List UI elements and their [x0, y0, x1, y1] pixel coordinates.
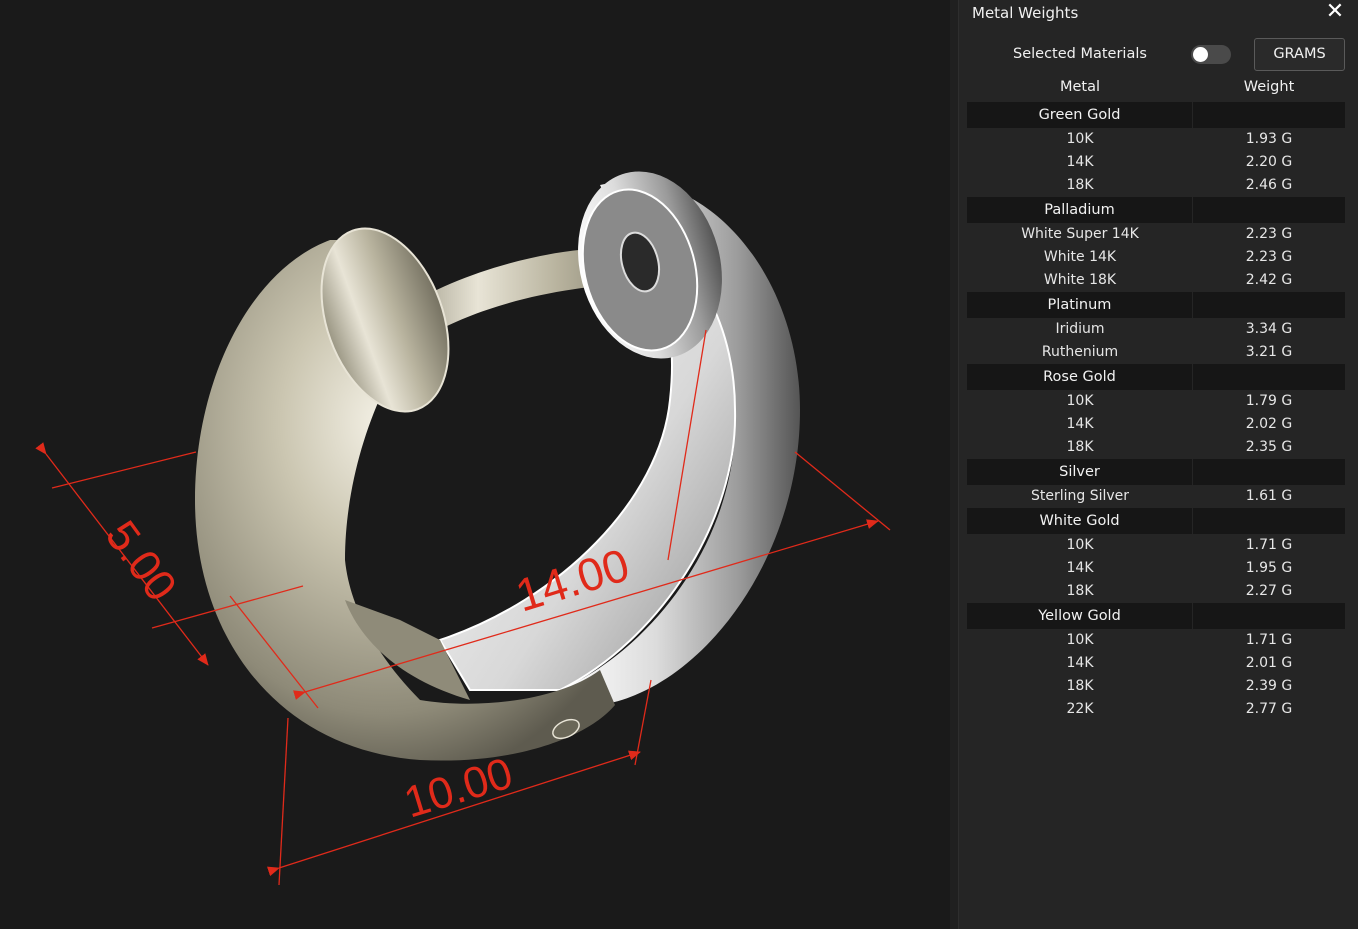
table-row[interactable]: 14K 1.95 G [967, 557, 1345, 580]
metal-cell: Iridium [1055, 321, 1105, 337]
unit-button[interactable]: GRAMS [1254, 38, 1345, 71]
group-weight-cell [1193, 508, 1345, 534]
dimension-label-width: 5.00 [96, 512, 186, 610]
weight-cell: 1.61 G [1245, 488, 1293, 504]
group-name: Palladium [967, 197, 1192, 223]
ring-render: 5.00 14.00 10.00 [35, 171, 891, 886]
table-row[interactable]: Ruthenium 3.21 G [967, 341, 1345, 364]
table-header: Metal Weight [967, 79, 1345, 101]
metal-cell: 10K [1066, 632, 1094, 648]
group-weight-cell [1193, 292, 1345, 318]
metal-cell: 14K [1066, 154, 1094, 170]
weight-cell: 2.35 G [1245, 439, 1293, 455]
column-header-metal: Metal [1059, 79, 1101, 95]
weight-cell: 2.27 G [1245, 583, 1293, 599]
table-row[interactable]: 18K 2.35 G [967, 436, 1345, 459]
weight-cell: 3.21 G [1245, 344, 1293, 360]
selected-materials-toggle[interactable] [1191, 45, 1231, 64]
table-row[interactable]: 18K 2.46 G [967, 174, 1345, 197]
weight-cell: 1.71 G [1245, 537, 1293, 553]
group-header: White Gold [967, 508, 1345, 534]
table-row[interactable]: 10K 1.71 G [967, 629, 1345, 652]
table-row[interactable]: 22K 2.77 G [967, 698, 1345, 721]
group-header: Palladium [967, 197, 1345, 223]
group-header: Rose Gold [967, 364, 1345, 390]
metal-cell: 10K [1066, 393, 1094, 409]
metal-cell: 14K [1066, 655, 1094, 671]
metal-cell: 18K [1066, 583, 1094, 599]
3d-viewport[interactable]: 5.00 14.00 10.00 [0, 0, 950, 929]
weight-cell: 2.77 G [1245, 701, 1293, 717]
metal-cell: Ruthenium [1041, 344, 1119, 360]
table-row[interactable]: 18K 2.27 G [967, 580, 1345, 603]
weight-cell: 2.39 G [1245, 678, 1293, 694]
group-name: Green Gold [967, 102, 1192, 128]
table-row[interactable]: 10K 1.93 G [967, 128, 1345, 151]
weight-cell: 2.42 G [1245, 272, 1293, 288]
table-row[interactable]: 18K 2.39 G [967, 675, 1345, 698]
group-header: Green Gold [967, 102, 1345, 128]
weight-cell: 2.23 G [1245, 249, 1293, 265]
weight-cell: 2.46 G [1245, 177, 1293, 193]
group-header: Platinum [967, 292, 1345, 318]
metal-cell: 18K [1066, 177, 1094, 193]
dimension-label-depth: 10.00 [399, 749, 519, 828]
metal-cell: White 18K [1043, 272, 1117, 288]
group-name: Silver [967, 459, 1192, 485]
group-name: Platinum [967, 292, 1192, 318]
group-name: Yellow Gold [967, 603, 1192, 629]
weight-cell: 2.20 G [1245, 154, 1293, 170]
metal-cell: 18K [1066, 678, 1094, 694]
metal-cell: 10K [1066, 537, 1094, 553]
weight-cell: 2.01 G [1245, 655, 1293, 671]
table-row[interactable]: Sterling Silver 1.61 G [967, 485, 1345, 508]
weight-cell: 2.02 G [1245, 416, 1293, 432]
toggle-knob [1193, 47, 1208, 62]
panel-divider[interactable] [950, 0, 958, 929]
metal-cell: White Super 14K [1021, 226, 1139, 242]
group-header: Silver [967, 459, 1345, 485]
weight-cell: 1.93 G [1245, 131, 1293, 147]
group-header: Yellow Gold [967, 603, 1345, 629]
group-weight-cell [1193, 197, 1345, 223]
weight-cell: 1.79 G [1245, 393, 1293, 409]
weights-table: Green Gold 10K 1.93 G 14K 2.20 G 18K 2.46 G Pal… [967, 102, 1345, 721]
metal-cell: 14K [1066, 560, 1094, 576]
table-row[interactable]: 14K 2.01 G [967, 652, 1345, 675]
metal-cell: 10K [1066, 131, 1094, 147]
weight-cell: 1.95 G [1245, 560, 1293, 576]
metal-cell: 22K [1066, 701, 1094, 717]
metal-cell: 14K [1066, 416, 1094, 432]
weight-cell: 3.34 G [1245, 321, 1293, 337]
table-row[interactable]: 14K 2.02 G [967, 413, 1345, 436]
close-icon[interactable]: ✕ [1323, 0, 1347, 26]
weight-cell: 2.23 G [1245, 226, 1293, 242]
table-row[interactable]: 14K 2.20 G [967, 151, 1345, 174]
group-weight-cell [1193, 102, 1345, 128]
table-row[interactable]: White 14K 2.23 G [967, 246, 1345, 269]
column-header-weight: Weight [1243, 79, 1295, 95]
group-weight-cell [1193, 459, 1345, 485]
table-row[interactable]: White Super 14K 2.23 G [967, 223, 1345, 246]
metal-cell: White 14K [1043, 249, 1117, 265]
group-weight-cell [1193, 603, 1345, 629]
table-row[interactable]: White 18K 2.42 G [967, 269, 1345, 292]
table-row[interactable]: Iridium 3.34 G [967, 318, 1345, 341]
group-weight-cell [1193, 364, 1345, 390]
selected-materials-label: Selected Materials [1013, 46, 1147, 62]
panel-title: Metal Weights [972, 4, 1079, 22]
group-name: Rose Gold [967, 364, 1192, 390]
metal-cell: 18K [1066, 439, 1094, 455]
metal-cell: Sterling Silver [1030, 488, 1130, 504]
table-row[interactable]: 10K 1.79 G [967, 390, 1345, 413]
table-row[interactable]: 10K 1.71 G [967, 534, 1345, 557]
metal-weights-panel: Metal Weights ✕ Selected Materials GRAMS… [958, 0, 1358, 929]
group-name: White Gold [967, 508, 1192, 534]
weight-cell: 1.71 G [1245, 632, 1293, 648]
